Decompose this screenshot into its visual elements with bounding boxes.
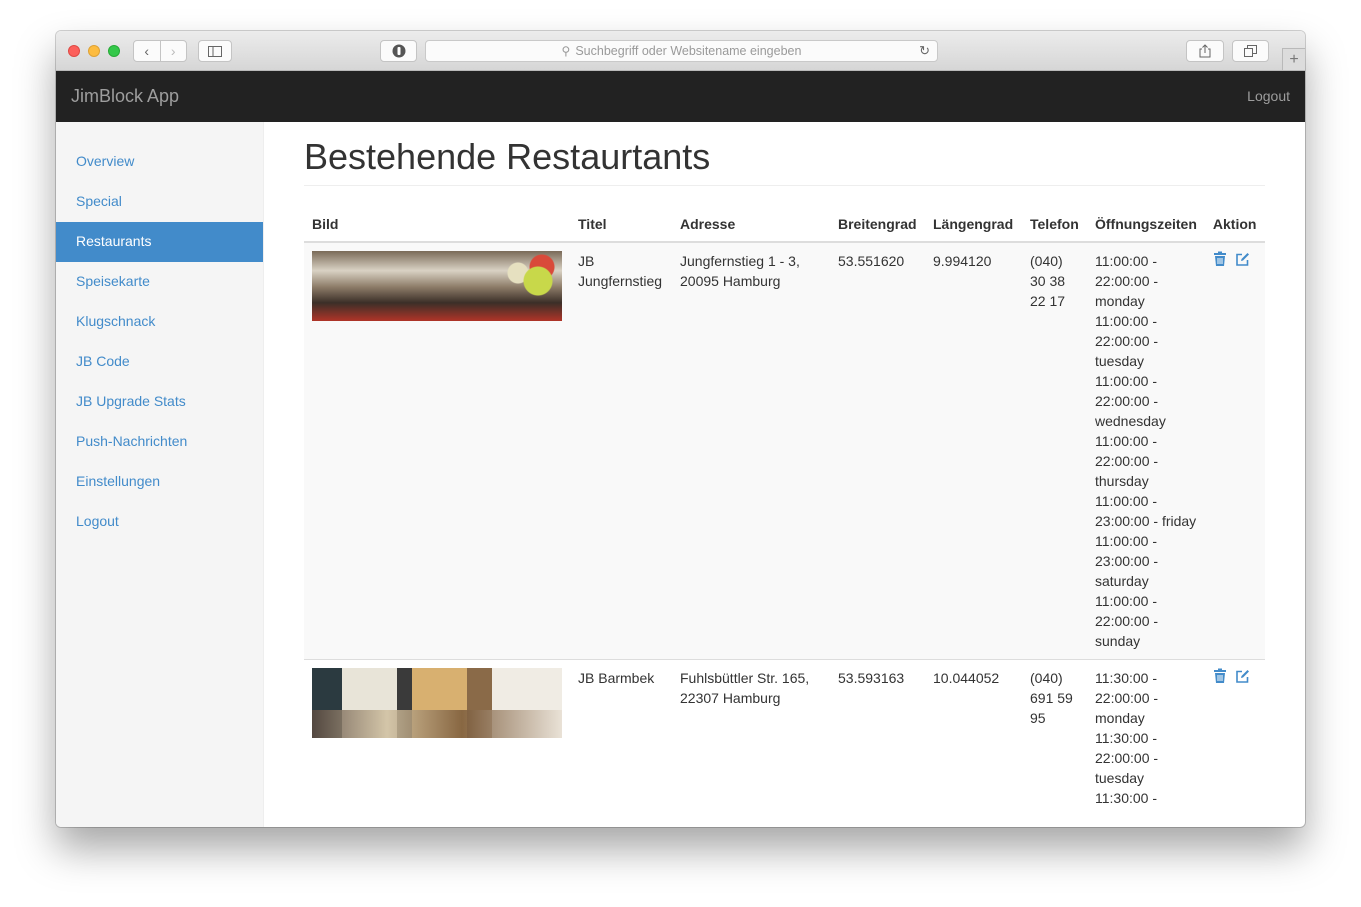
- column-header-breitengrad: Breitengrad: [830, 204, 925, 243]
- browser-toolbar: ‹ › ⚲ Suchbegriff oder Websitename einge…: [56, 31, 1305, 71]
- sidebar-item-speisekarte[interactable]: Speisekarte: [56, 262, 263, 302]
- cell-laengengrad: 10.044052: [925, 659, 1022, 816]
- sidebar-item-klugschnack[interactable]: Klugschnack: [56, 302, 263, 342]
- address-bar[interactable]: ⚲ Suchbegriff oder Websitename eingeben …: [425, 40, 938, 62]
- cell-telefon: (040) 691 59 95: [1022, 659, 1087, 816]
- tabs-icon: [1244, 45, 1257, 57]
- opening-hours-entry: 11:00:00 - 22:00:00 - sunday: [1095, 593, 1159, 649]
- zoom-window-button[interactable]: [108, 45, 120, 57]
- cell-aktion: [1204, 659, 1265, 816]
- cell-breitengrad: 53.593163: [830, 659, 925, 816]
- page-title: Bestehende Restaurtants: [304, 136, 711, 177]
- opening-hours-entry: 11:00:00 - 22:00:00 - thursday: [1095, 433, 1159, 489]
- sidebar-item-push-nachrichten[interactable]: Push-Nachrichten: [56, 422, 263, 462]
- edit-icon[interactable]: [1235, 252, 1251, 268]
- restaurant-image: [312, 251, 562, 321]
- cell-telefon: (040) 30 38 22 17: [1022, 241, 1087, 660]
- tabs-overview-button[interactable]: [1232, 40, 1269, 62]
- column-header-oeffnungszeiten: Öffnungszeiten: [1087, 204, 1205, 243]
- sidebar-item-restaurants[interactable]: Restaurants: [56, 222, 263, 262]
- cell-adresse: Fuhlsbüttler Str. 165, 22307 Hamburg: [672, 659, 830, 816]
- shield-icon: [392, 44, 405, 58]
- app-navbar: JimBlock App Logout: [56, 71, 1305, 122]
- cell-bild: [304, 241, 570, 660]
- column-header-titel: Titel: [570, 204, 672, 243]
- column-header-telefon: Telefon: [1022, 204, 1087, 243]
- search-icon: ⚲: [561, 44, 571, 58]
- opening-hours-entry: 11:00:00 - 22:00:00 - monday: [1095, 253, 1159, 309]
- main-content: Bestehende Restaurtants Bild Titel Adres…: [264, 122, 1305, 827]
- opening-hours-entry: 11:00:00 - 23:00:00 - friday: [1095, 493, 1197, 529]
- cell-oeffnungszeiten: 11:30:00 - 22:00:00 - monday 11:30:00 - …: [1087, 659, 1205, 816]
- sidebar-item-overview[interactable]: Overview: [56, 142, 263, 182]
- sidebar-item-special[interactable]: Special: [56, 182, 263, 222]
- new-tab-button[interactable]: +: [1282, 48, 1305, 70]
- column-header-adresse: Adresse: [672, 204, 830, 243]
- browser-window: ‹ › ⚲ Suchbegriff oder Websitename einge…: [56, 31, 1305, 827]
- restaurants-table: Bild Titel Adresse Breitengrad Längengra…: [304, 204, 1265, 816]
- close-window-button[interactable]: [68, 45, 80, 57]
- cell-titel: JB Barmbek: [570, 659, 672, 816]
- restaurant-image: [312, 668, 562, 738]
- share-button[interactable]: [1186, 40, 1224, 62]
- column-header-aktion: Aktion: [1204, 204, 1265, 243]
- privacy-button[interactable]: [380, 40, 417, 62]
- address-placeholder: Suchbegriff oder Websitename eingeben: [575, 44, 802, 58]
- plus-icon: +: [1289, 50, 1299, 68]
- cell-bild: [304, 659, 570, 816]
- cell-titel: JB Jungfernstieg: [570, 241, 672, 660]
- trash-icon[interactable]: [1213, 668, 1229, 684]
- sidebar-item-logout[interactable]: Logout: [56, 502, 263, 542]
- cell-breitengrad: 53.551620: [830, 241, 925, 660]
- opening-hours-entry: 11:30:00 - 22:00:00 - tuesday: [1095, 730, 1159, 786]
- column-header-laengengrad: Längengrad: [925, 204, 1022, 243]
- reload-icon[interactable]: ↻: [919, 43, 930, 59]
- opening-hours-entry: 11:00:00 - 22:00:00 - wednesday: [1095, 373, 1166, 429]
- cell-aktion: [1204, 241, 1265, 660]
- history-nav: ‹ ›: [133, 40, 187, 62]
- cell-laengengrad: 9.994120: [925, 241, 1022, 660]
- opening-hours-entry: 11:30:00 - 22:00:00 - monday: [1095, 670, 1159, 726]
- app-brand[interactable]: JimBlock App: [71, 86, 179, 107]
- back-icon[interactable]: ‹: [134, 41, 160, 61]
- sidebar-item-einstellungen[interactable]: Einstellungen: [56, 462, 263, 502]
- sidebar: Overview Special Restaurants Speisekarte…: [56, 122, 264, 827]
- minimize-window-button[interactable]: [88, 45, 100, 57]
- sidebar-item-jb-code[interactable]: JB Code: [56, 342, 263, 382]
- sidebar-item-jb-upgrade-stats[interactable]: JB Upgrade Stats: [56, 382, 263, 422]
- share-icon: [1199, 44, 1211, 58]
- sidebar-toggle-button[interactable]: [198, 40, 232, 62]
- forward-icon[interactable]: ›: [160, 41, 186, 61]
- table-row: JB Jungfernstieg Jungfernstieg 1 - 3, 20…: [304, 241, 1265, 660]
- table-row: JB Barmbek Fuhlsbüttler Str. 165, 22307 …: [304, 659, 1265, 816]
- opening-hours-entry: 11:00:00 - 22:00:00 - tuesday: [1095, 313, 1159, 369]
- navbar-logout-link[interactable]: Logout: [1247, 88, 1290, 104]
- trash-icon[interactable]: [1213, 251, 1229, 267]
- column-header-bild: Bild: [304, 204, 570, 243]
- cell-oeffnungszeiten: 11:00:00 - 22:00:00 - monday 11:00:00 - …: [1087, 241, 1205, 660]
- table-header-row: Bild Titel Adresse Breitengrad Längengra…: [304, 204, 1265, 243]
- sidebar-icon: [208, 45, 222, 57]
- page-header: Bestehende Restaurtants: [304, 138, 1265, 186]
- opening-hours-entry: 11:30:00 -: [1095, 790, 1158, 806]
- edit-icon[interactable]: [1235, 669, 1251, 685]
- cell-adresse: Jungfernstieg 1 - 3, 20095 Hamburg: [672, 241, 830, 660]
- opening-hours-entry: 11:00:00 - 23:00:00 - saturday: [1095, 533, 1159, 589]
